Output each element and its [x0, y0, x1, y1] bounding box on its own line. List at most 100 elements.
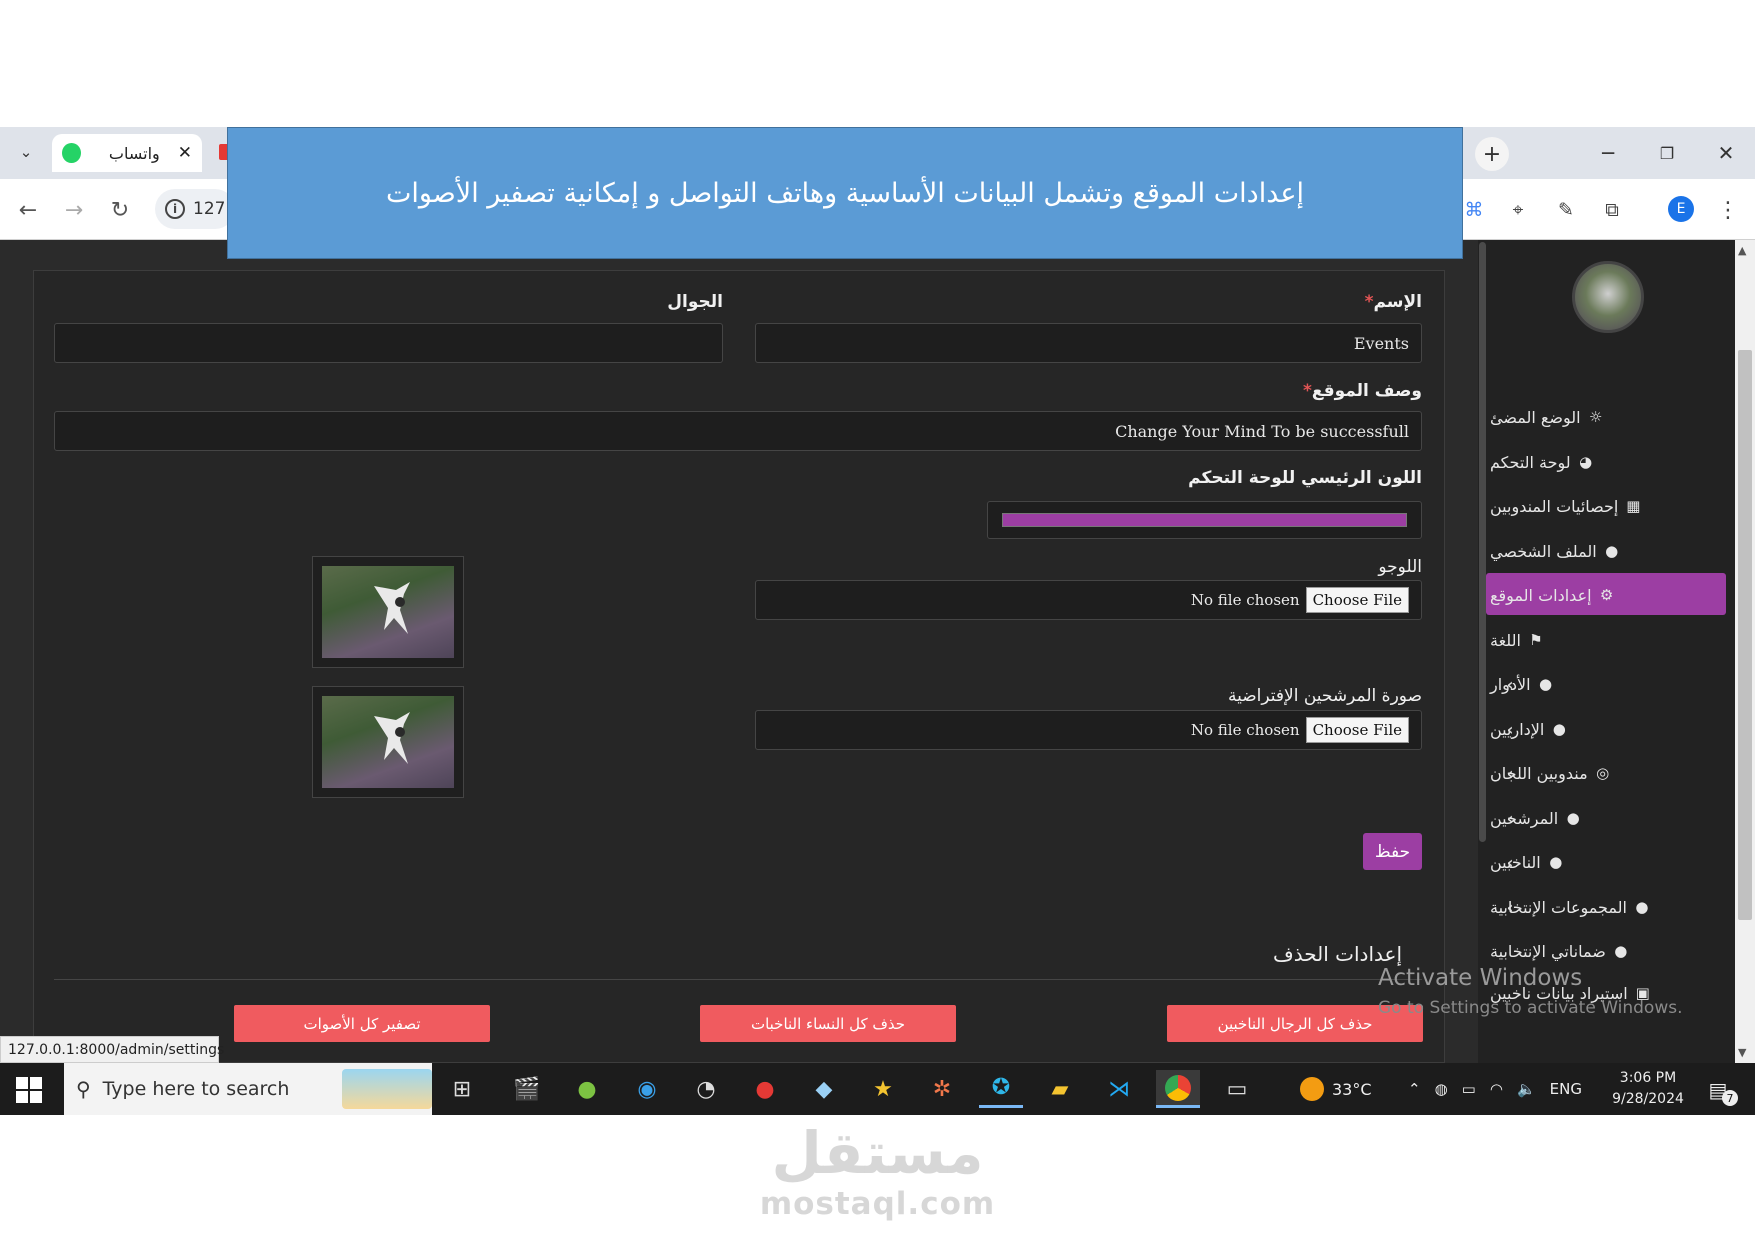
- game-app-icon[interactable]: ★: [861, 1070, 905, 1108]
- taskbar-search[interactable]: ⚲ Type here to search: [64, 1063, 432, 1115]
- user-circle-icon: ◎: [1596, 764, 1610, 782]
- tab-title: واتساب: [108, 143, 160, 163]
- sidebar-item-3[interactable]: ▦ إحصائيات المندوبين: [1490, 486, 1715, 526]
- extensions-icon[interactable]: ⧉: [1596, 192, 1628, 228]
- sidebar-item-1[interactable]: ☼ الوضع المضئ: [1490, 397, 1715, 437]
- new-tab-icon[interactable]: +: [1475, 137, 1509, 171]
- search-highlight-icon: [342, 1069, 432, 1109]
- xampp-icon[interactable]: ✲: [920, 1070, 964, 1108]
- user-lock-icon: ●: [1539, 675, 1553, 693]
- color-label: اللون الرئيسي للوحة التحكم: [1188, 468, 1422, 488]
- logo-label: اللوجو: [1378, 557, 1422, 577]
- clock-app-icon[interactable]: ◔: [684, 1070, 728, 1108]
- sidebar-item-5[interactable]: ⚙ إعدادات الموقع: [1490, 575, 1715, 615]
- weather-widget[interactable]: 33°C: [1300, 1063, 1372, 1115]
- vscode-icon[interactable]: ⋊: [1097, 1070, 1141, 1108]
- battery-icon[interactable]: ▭: [1462, 1080, 1476, 1098]
- dashboard-icon: ◕: [1579, 453, 1593, 471]
- color-picker-input[interactable]: [987, 501, 1422, 539]
- forward-icon[interactable]: →: [56, 192, 92, 228]
- name-input[interactable]: Events: [755, 323, 1422, 363]
- chevron-left-icon[interactable]: ‹: [1500, 664, 1520, 704]
- logo-image: [322, 566, 454, 658]
- eyedropper-icon[interactable]: ✎: [1550, 192, 1582, 228]
- file-explorer-icon[interactable]: ▰: [1038, 1070, 1082, 1108]
- menu-dots-icon[interactable]: ⋮: [1712, 192, 1744, 228]
- candidate-preview: [312, 686, 464, 798]
- user-icon: ●: [1605, 542, 1619, 560]
- minimize-icon[interactable]: ─: [1585, 137, 1631, 169]
- logo-choose-file-button[interactable]: Choose File: [1305, 587, 1409, 613]
- sidebar-item-9[interactable]: ◎ مندوبين اللجان: [1490, 753, 1715, 793]
- clock-time: 3:06 PM: [1619, 1070, 1677, 1086]
- profile-avatar[interactable]: E: [1668, 196, 1694, 222]
- sidebar-item-12[interactable]: ● المجموعات الإنتخابية: [1490, 887, 1715, 927]
- description-input[interactable]: Change Your Mind To be successfull: [54, 411, 1422, 451]
- close-window-icon[interactable]: ✕: [1703, 137, 1749, 169]
- activate-windows-title: Activate Windows: [1378, 965, 1583, 991]
- scroll-down-icon[interactable]: ▼: [1738, 1046, 1746, 1059]
- tray-chevron-icon[interactable]: ⌃: [1408, 1080, 1421, 1098]
- address-bar[interactable]: i 127: [155, 189, 235, 229]
- sidebar-item-4[interactable]: ● الملف الشخصي: [1490, 531, 1715, 571]
- whatsapp-icon: [62, 143, 81, 163]
- cloud-app-icon[interactable]: ●: [565, 1070, 609, 1108]
- sidebar-item-label: اللغة: [1490, 630, 1521, 650]
- tab-list-chevron-icon[interactable]: ⌄: [14, 140, 38, 164]
- film-app-icon[interactable]: ✪: [979, 1070, 1023, 1108]
- sun-icon: ☼: [1588, 408, 1603, 426]
- candidate-choose-file-button[interactable]: Choose File: [1305, 717, 1409, 743]
- candidate-image-label: صورة المرشحين الإفتراضية: [1228, 686, 1422, 706]
- profile-avatar-image[interactable]: [1572, 261, 1644, 333]
- chevron-left-icon[interactable]: ‹: [1500, 753, 1520, 793]
- sidebar-item-11[interactable]: ● الناخبين: [1490, 842, 1715, 882]
- logo-file-input[interactable]: No file chosen Choose File: [755, 580, 1422, 620]
- sidebar-item-2[interactable]: ◕ لوحة التحكم: [1490, 442, 1715, 482]
- chevron-left-icon[interactable]: ‹: [1500, 887, 1520, 927]
- media-app-icon[interactable]: 🎬: [505, 1070, 549, 1108]
- sidebar-item-8[interactable]: ● الإداريين: [1490, 709, 1715, 749]
- user-check-icon: ●: [1614, 942, 1628, 960]
- app-icon-blue[interactable]: ◉: [625, 1070, 669, 1108]
- chrome-icon[interactable]: [1156, 1070, 1200, 1108]
- content-scrollbar[interactable]: [1479, 242, 1486, 842]
- candidate-file-input[interactable]: No file chosen Choose File: [755, 710, 1422, 750]
- reset-votes-button[interactable]: تصفير كل الأصوات: [234, 1005, 490, 1042]
- language-indicator[interactable]: ENG: [1550, 1080, 1582, 1098]
- chevron-left-icon[interactable]: ‹: [1500, 798, 1520, 838]
- page-scrollbar-thumb[interactable]: [1738, 350, 1752, 920]
- volume-icon[interactable]: 🔈: [1517, 1080, 1536, 1098]
- wifi-icon[interactable]: ◠: [1490, 1080, 1503, 1098]
- sidebar-item-6[interactable]: ⚑ اللغة: [1490, 620, 1715, 660]
- close-tab-icon[interactable]: ✕: [178, 143, 192, 163]
- mouse-icon[interactable]: ⌖: [1502, 192, 1534, 228]
- terminal-icon[interactable]: ▭: [1215, 1070, 1259, 1108]
- logo-preview: [312, 556, 464, 668]
- sidebar-item-10[interactable]: ● المرشحين: [1490, 798, 1715, 838]
- mobile-input[interactable]: [54, 323, 723, 363]
- sidebar-item-7[interactable]: ● الأدوار: [1490, 664, 1715, 704]
- scroll-up-icon[interactable]: ▲: [1738, 244, 1746, 257]
- notes-app-icon[interactable]: ◆: [802, 1070, 846, 1108]
- clock[interactable]: 3:06 PM 9/28/2024: [1608, 1068, 1688, 1110]
- mario-app-icon[interactable]: ●: [743, 1070, 787, 1108]
- system-tray[interactable]: ⌃ ◍ ▭ ◠ 🔈 ENG: [1408, 1063, 1582, 1115]
- weather-icon: [1300, 1077, 1324, 1101]
- chevron-left-icon[interactable]: ‹: [1500, 709, 1520, 749]
- users-icon: ●: [1635, 898, 1649, 916]
- save-button[interactable]: حفظ: [1363, 833, 1422, 870]
- sidebar-item-label: الملف الشخصي: [1490, 541, 1597, 561]
- tab-whatsapp[interactable]: واتساب ✕: [52, 134, 202, 172]
- flag-icon: ⚑: [1529, 631, 1543, 649]
- address-text: 127: [193, 199, 226, 219]
- windows-start-icon[interactable]: [16, 1077, 42, 1103]
- task-view-icon[interactable]: ⊞: [440, 1070, 484, 1108]
- delete-women-voters-button[interactable]: حذف كل النساء الناخبات: [700, 1005, 956, 1042]
- back-icon[interactable]: ←: [10, 192, 46, 228]
- tray-app-icon[interactable]: ◍: [1435, 1080, 1448, 1098]
- reload-icon[interactable]: ↻: [102, 192, 138, 228]
- restore-icon[interactable]: ❐: [1644, 137, 1690, 169]
- site-info-icon[interactable]: i: [165, 199, 185, 219]
- chevron-left-icon[interactable]: ‹: [1500, 842, 1520, 882]
- search-icon: ⚲: [76, 1077, 91, 1101]
